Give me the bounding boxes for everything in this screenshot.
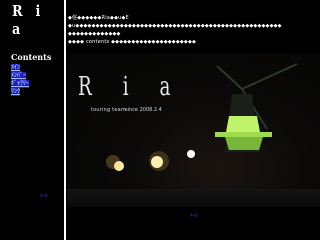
intro-line: ◆俗◆◆◆◆◆◆Ria◆◆u◆E: [68, 15, 129, 21]
sidebar-link-links[interactable]: ﾘﾝｸ: [11, 88, 21, 96]
windmill-illustration: [106, 63, 298, 171]
footer-link[interactable]: ﾒｰﾙ: [190, 212, 198, 219]
intro-text: ◆俗◆◆◆◆◆◆Ria◆◆u◆E ◆u◆◆◆◆◆◆◆◆◆◆◆◆◆◆◆◆◆◆◆◆◆…: [68, 14, 318, 46]
contents-heading: Contents: [11, 52, 52, 62]
hero-image: R i a touring team since 2008.2.4: [67, 54, 320, 207]
sidebar-footer-link[interactable]: ﾒｰﾙ: [40, 192, 48, 199]
intro-line: ◆◆◆◆◆◆◆◆◆◆◆◆◆: [68, 31, 121, 37]
intro-line: ◆u◆◆◆◆◆◆◆◆◆◆◆◆◆◆◆◆◆◆◆◆◆◆◆◆◆◆◆◆◆◆◆◆◆◆◆◆◆◆…: [68, 23, 282, 29]
sidebar-link-main[interactable]: ﾒｲﾝ: [11, 64, 21, 72]
site-logo: R i a: [12, 2, 45, 38]
intro-line: ◆◆◆◆ contents ◆◆◆◆◆◆◆◆◆◆◆◆◆◆◆◆◆◆◆◆◆: [68, 39, 197, 45]
vertical-divider: [64, 0, 66, 240]
ground-band: [67, 189, 320, 207]
sidebar-link-members[interactable]: ﾒﾝﾊﾞｰ: [11, 72, 27, 80]
sidebar: R i a Contents ﾒｲﾝ ﾒﾝﾊﾞｰ ｷﾞｬﾗﾘｰ ﾘﾝｸ ﾒｰﾙ: [0, 0, 64, 240]
sidebar-link-gallery[interactable]: ｷﾞｬﾗﾘｰ: [11, 80, 30, 88]
